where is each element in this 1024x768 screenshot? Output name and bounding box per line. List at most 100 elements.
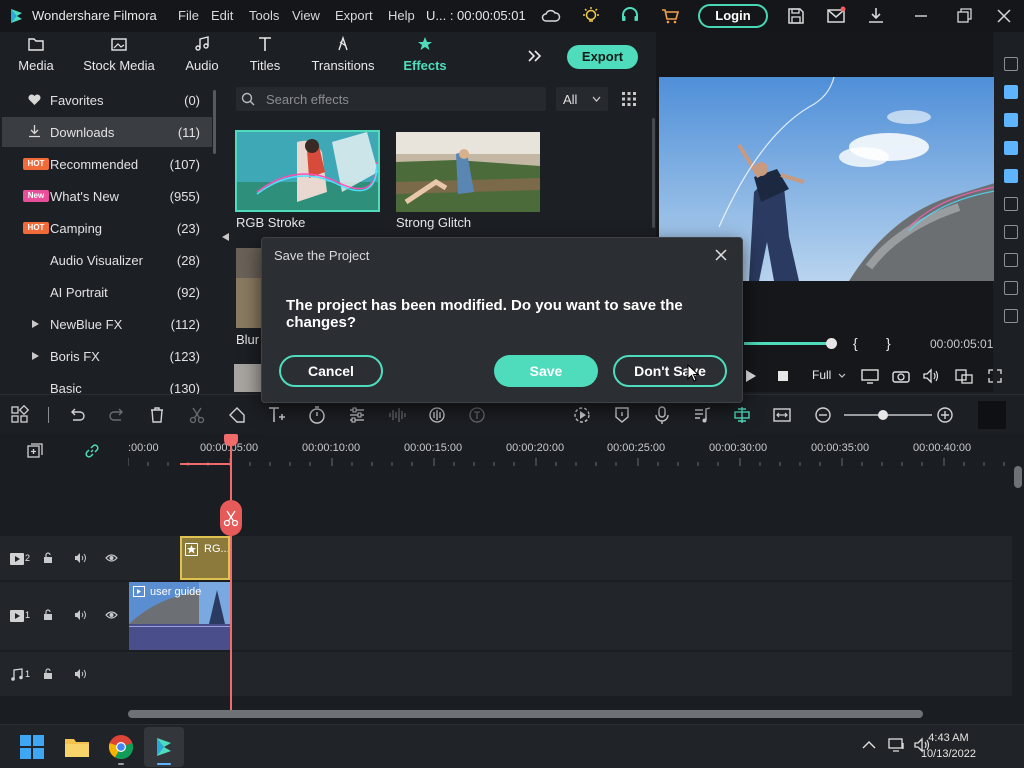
audio-wave-icon[interactable] [387, 405, 407, 425]
undo-icon[interactable] [67, 405, 87, 425]
effects-scrollbar[interactable] [652, 118, 655, 228]
collapse-left-icon[interactable] [222, 233, 229, 241]
eye-icon[interactable] [105, 610, 118, 620]
speaker-icon[interactable] [74, 668, 87, 680]
voiceover-music-icon[interactable] [692, 405, 712, 425]
minimize-icon[interactable] [910, 5, 932, 27]
cut-scissors-icon[interactable] [187, 405, 207, 425]
strip-checkbox[interactable] [1004, 169, 1018, 183]
auto-ripple-icon[interactable] [732, 405, 752, 425]
strip-checkbox[interactable] [1004, 197, 1018, 211]
windows-start-icon[interactable] [20, 735, 44, 759]
tag-icon[interactable] [227, 405, 247, 425]
effect-thumb-blur[interactable] [234, 246, 264, 330]
zoom-out-icon[interactable] [813, 405, 833, 425]
strip-checkbox[interactable] [1004, 281, 1018, 295]
restore-icon[interactable] [953, 5, 975, 27]
effect-thumb-strong-glitch[interactable] [394, 130, 542, 214]
login-button[interactable]: Login [698, 4, 768, 28]
mark-out-button[interactable]: } [886, 335, 891, 351]
menu-file[interactable]: File [178, 8, 199, 23]
playback-progress[interactable] [744, 342, 832, 345]
volume-icon[interactable] [922, 368, 940, 384]
timeline-horizontal-scrollbar[interactable] [128, 710, 923, 718]
sidebar-scrollbar[interactable] [213, 90, 216, 154]
sidebar-item-basic[interactable]: Basic (130) [2, 374, 212, 394]
sidebar-item-recommended[interactable]: HOT Recommended (107) [2, 150, 212, 178]
mail-icon[interactable] [825, 5, 847, 27]
sidebar-item-favorites[interactable]: Favorites (0) [2, 86, 212, 114]
network-display-icon[interactable] [888, 737, 906, 753]
strip-checkbox[interactable] [1004, 225, 1018, 239]
tab-audio[interactable]: Audio [180, 36, 224, 76]
zoom-in-icon[interactable] [935, 405, 955, 425]
eye-icon[interactable] [105, 553, 118, 563]
redo-icon[interactable] [107, 405, 127, 425]
sidebar-item-whats-new[interactable]: New What's New (955) [2, 182, 212, 210]
tab-media[interactable]: Media [14, 36, 58, 76]
menu-help[interactable]: Help [388, 8, 415, 23]
speaker-icon[interactable] [74, 609, 87, 621]
sidebar-item-camping[interactable]: HOT Camping (23) [2, 214, 212, 242]
audio-mixer-icon[interactable] [427, 405, 447, 425]
tab-transitions[interactable]: Transitions [308, 36, 378, 76]
timeline-vertical-scrollbar[interactable] [1014, 466, 1022, 488]
menu-export[interactable]: Export [335, 8, 373, 23]
menu-edit[interactable]: Edit [211, 8, 233, 23]
sidebar-item-newblue-fx[interactable]: NewBlue FX (112) [2, 310, 212, 338]
delete-trash-icon[interactable] [147, 405, 167, 425]
file-explorer-icon[interactable] [64, 735, 90, 759]
strip-checkbox[interactable] [1004, 141, 1018, 155]
stop-icon[interactable] [778, 371, 788, 381]
add-track-icon[interactable] [26, 442, 44, 460]
link-icon[interactable] [83, 442, 101, 460]
fullscreen-icon[interactable] [987, 368, 1003, 384]
menu-tools[interactable]: Tools [249, 8, 279, 23]
speaker-icon[interactable] [74, 552, 87, 564]
adjust-sliders-icon[interactable] [347, 405, 367, 425]
cancel-button[interactable]: Cancel [279, 355, 383, 387]
lightbulb-icon[interactable] [580, 5, 602, 27]
sidebar-item-audio-visualizer[interactable]: Audio Visualizer (28) [2, 246, 212, 274]
strip-checkbox[interactable] [1004, 85, 1018, 99]
sidebar-item-downloads[interactable]: Downloads (11) [2, 117, 212, 147]
zoom-slider-handle[interactable] [878, 410, 888, 420]
quality-dropdown[interactable]: Full [812, 368, 831, 382]
time-ruler[interactable] [128, 434, 1012, 466]
strip-checkbox[interactable] [1004, 113, 1018, 127]
filter-dropdown[interactable]: All [556, 87, 608, 111]
sidebar-item-boris-fx[interactable]: Boris FX (123) [2, 342, 212, 370]
lock-icon[interactable] [42, 668, 54, 680]
sidebar-item-ai-portrait[interactable]: AI Portrait (92) [2, 278, 212, 306]
fit-timeline-icon[interactable] [772, 405, 792, 425]
export-button[interactable]: Export [567, 45, 638, 69]
close-window-icon[interactable] [993, 5, 1015, 27]
strip-checkbox[interactable] [1004, 253, 1018, 267]
save-button[interactable]: Save [494, 355, 598, 387]
system-clock[interactable]: 4:43 AM 10/13/2022 [921, 730, 976, 762]
strip-checkbox[interactable] [1004, 309, 1018, 323]
cart-icon[interactable] [659, 5, 681, 27]
search-effects-field[interactable]: Search effects [236, 87, 546, 111]
panel-layout-icon[interactable] [978, 401, 1006, 429]
headset-support-icon[interactable] [619, 5, 641, 27]
cloud-icon[interactable] [540, 5, 562, 27]
video-clip[interactable]: user guide [129, 582, 230, 650]
lock-icon[interactable] [42, 609, 54, 621]
effect-thumb-partial[interactable] [234, 364, 262, 392]
speed-timer-icon[interactable] [307, 405, 327, 425]
search-input[interactable]: Search effects [266, 92, 349, 107]
close-dialog-icon[interactable] [715, 249, 727, 261]
save-disk-icon[interactable] [785, 5, 807, 27]
microphone-icon[interactable] [652, 405, 672, 425]
marker-shield-icon[interactable] [612, 405, 632, 425]
zoom-slider[interactable] [844, 414, 932, 416]
display-settings-icon[interactable] [861, 368, 879, 384]
chrome-icon[interactable] [108, 734, 134, 760]
snapshot-camera-icon[interactable] [892, 368, 910, 384]
mark-in-button[interactable]: { [853, 335, 858, 351]
speech-to-text-icon[interactable] [467, 405, 487, 425]
strip-checkbox[interactable] [1004, 57, 1018, 71]
chevron-up-icon[interactable] [862, 740, 876, 750]
menu-view[interactable]: View [292, 8, 320, 23]
